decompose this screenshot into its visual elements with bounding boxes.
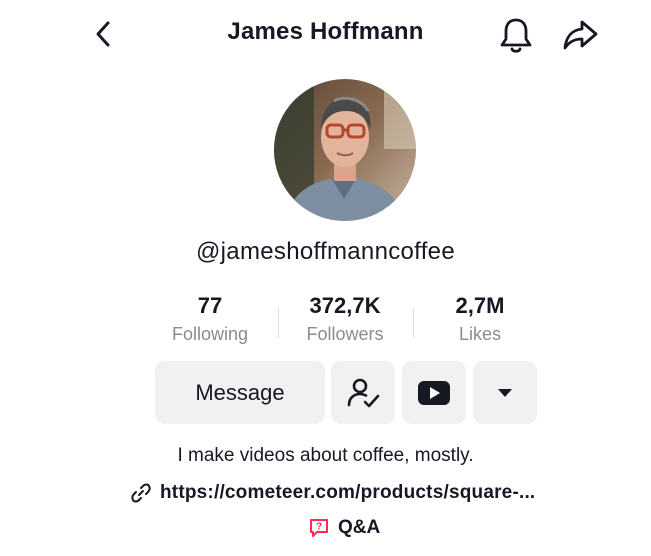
more-options-button[interactable] — [473, 361, 537, 424]
stat-likes[interactable]: 2,7M Likes — [420, 292, 540, 346]
message-button[interactable]: Message — [155, 361, 325, 424]
svg-text:?: ? — [316, 522, 322, 533]
stat-divider — [413, 308, 414, 338]
top-bar: James Hoffmann — [0, 0, 651, 70]
page-title: James Hoffmann — [227, 18, 424, 45]
bell-icon — [500, 18, 532, 53]
bio-text: I make videos about coffee, mostly. — [177, 445, 474, 466]
stat-following[interactable]: 77 Following — [150, 292, 270, 346]
share-button[interactable] — [560, 16, 600, 54]
followers-label: Followers — [306, 324, 384, 344]
caret-down-icon — [498, 388, 512, 397]
profile-page: James Hoffmann @jameshoffmanncoffee 77 F… — [0, 0, 651, 556]
stat-divider — [278, 308, 279, 338]
stat-followers[interactable]: 372,7K Followers — [285, 292, 405, 346]
profile-link[interactable]: https://cometeer.com/products/square-... — [130, 480, 535, 506]
followers-count: 372,7K — [309, 293, 381, 318]
message-label: Message — [195, 379, 285, 405]
likes-label: Likes — [458, 324, 502, 344]
share-arrow-icon — [563, 20, 598, 50]
user-check-icon — [347, 378, 380, 407]
qa-link[interactable]: ? Q&A — [308, 515, 380, 541]
following-status-button[interactable] — [331, 361, 395, 424]
notification-button[interactable] — [496, 14, 536, 56]
chevron-left-icon — [96, 21, 110, 47]
following-label: Following — [171, 324, 249, 344]
link-text: https://cometeer.com/products/square-... — [160, 482, 536, 503]
following-count: 77 — [197, 293, 223, 318]
qa-label: Q&A — [338, 517, 381, 538]
likes-count: 2,7M — [455, 293, 505, 318]
avatar[interactable] — [274, 79, 416, 221]
back-button[interactable] — [88, 14, 122, 54]
youtube-icon — [418, 380, 450, 405]
qa-icon: ? — [310, 519, 328, 537]
youtube-button[interactable] — [402, 361, 466, 424]
link-icon — [131, 483, 151, 503]
avatar-photo — [274, 79, 416, 221]
username: @jameshoffmanncoffee — [196, 238, 455, 265]
